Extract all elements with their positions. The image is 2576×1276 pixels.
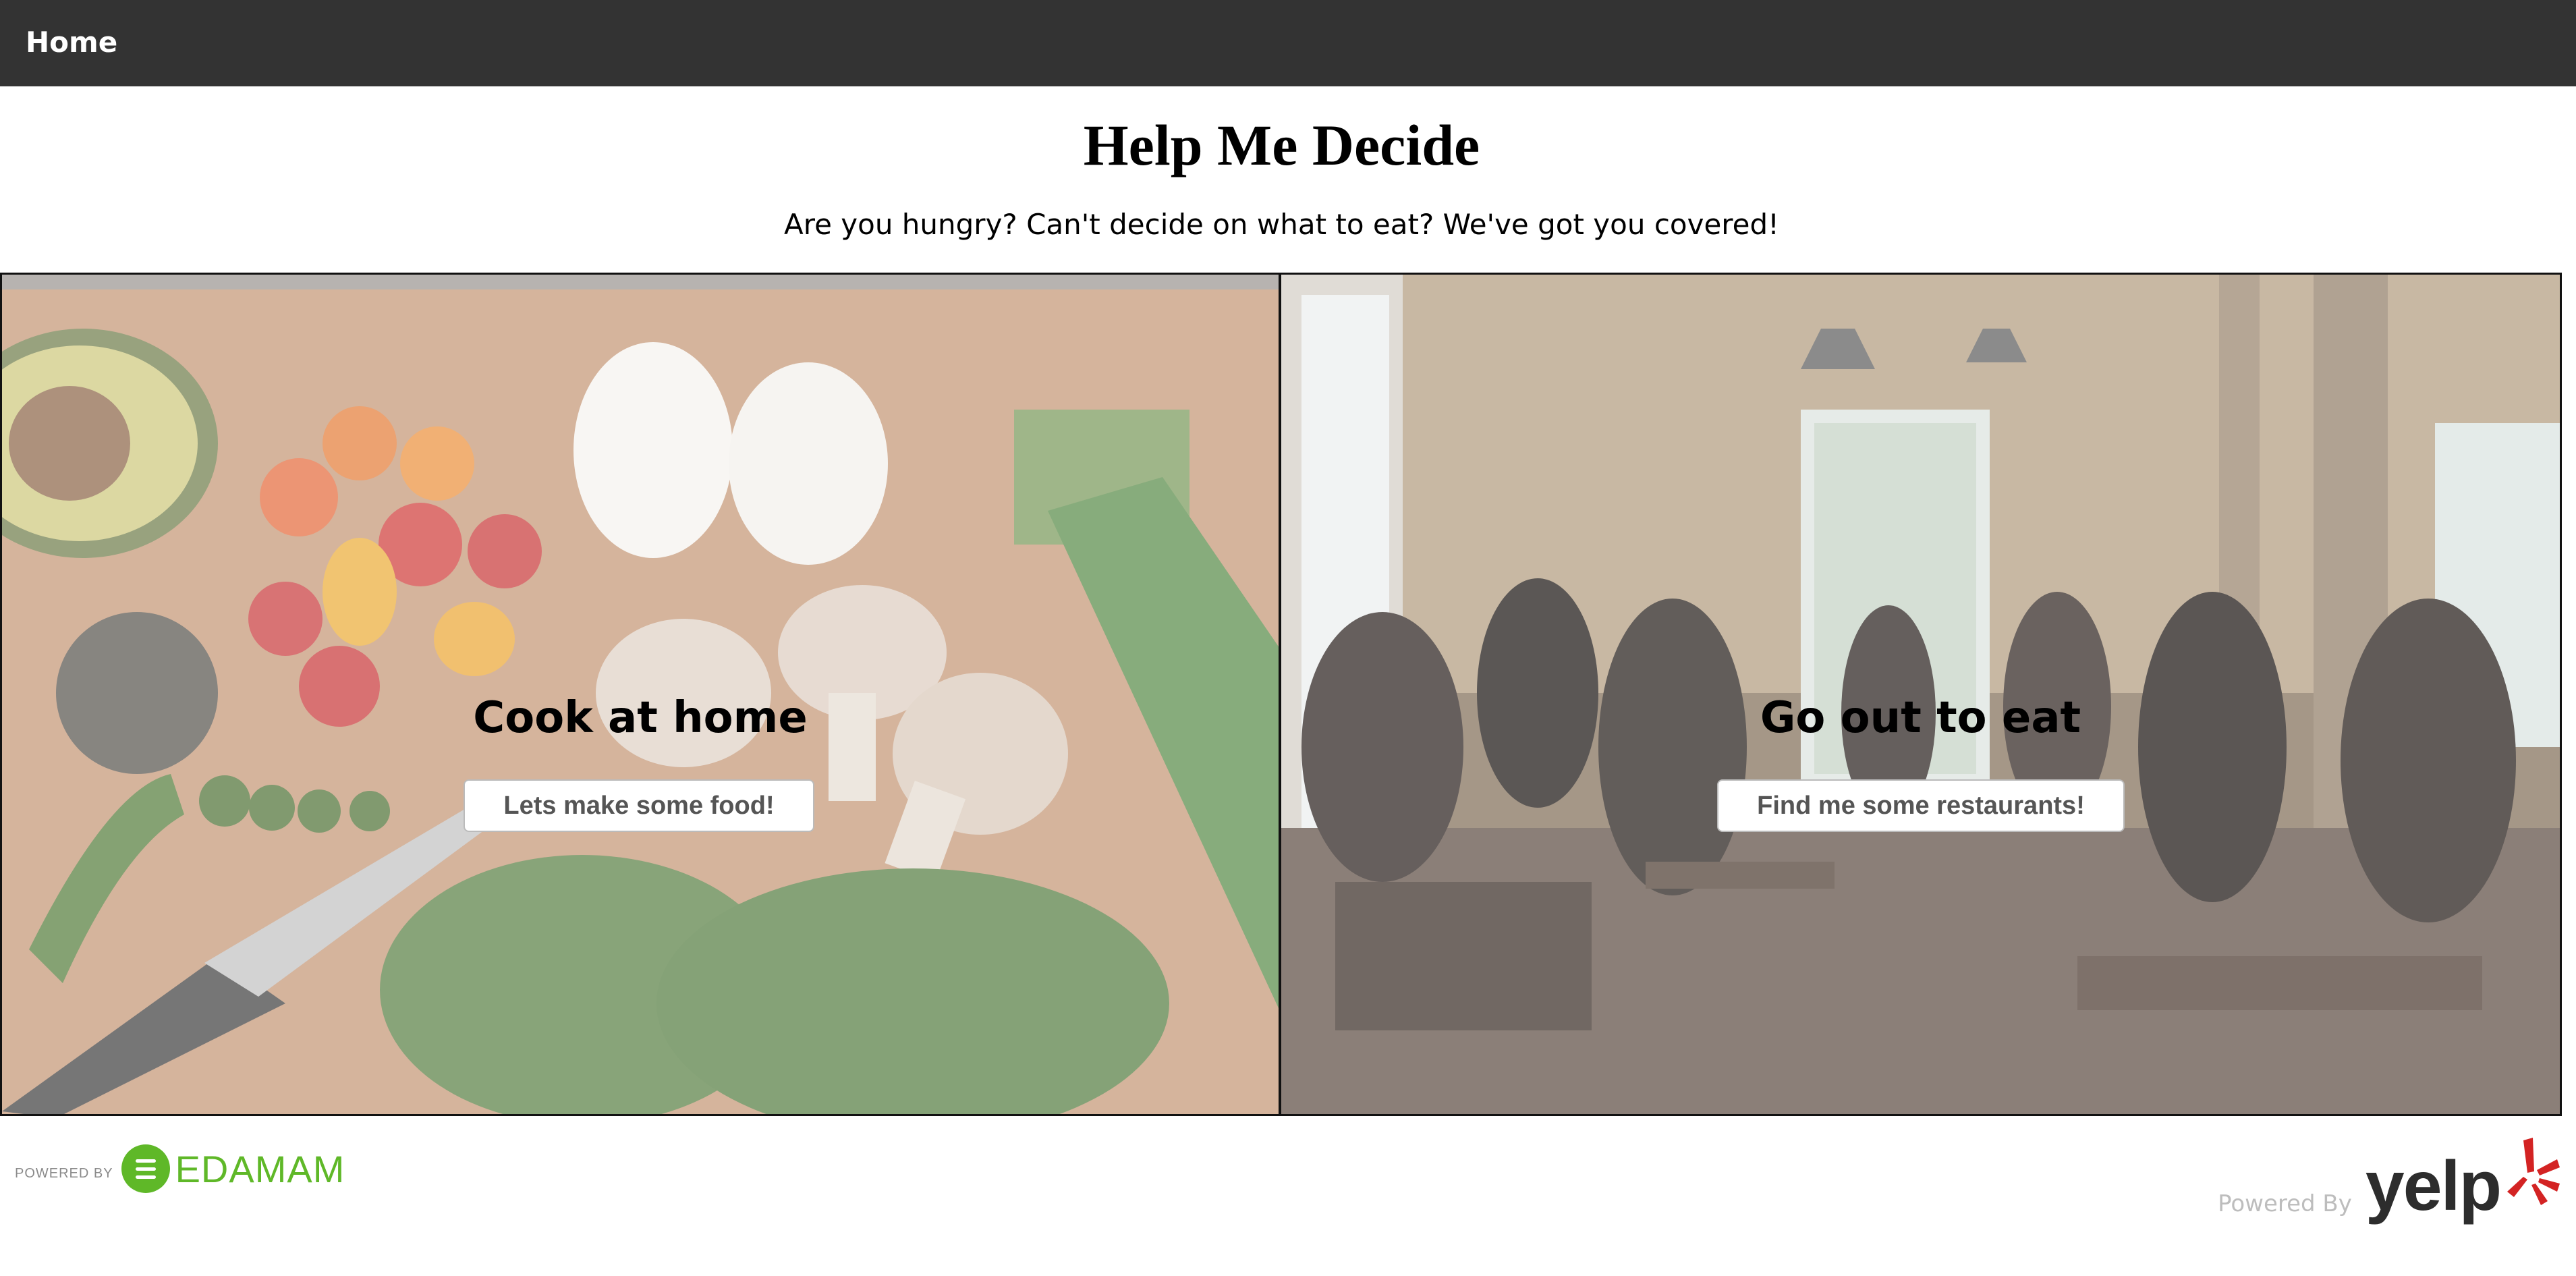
navbar: Home (0, 0, 2576, 86)
cook-at-home-heading: Cook at home (473, 693, 808, 743)
yelp-attribution[interactable]: Powered By yelp (2218, 1134, 2561, 1221)
cook-at-home-panel: Cook at home (0, 273, 1281, 1116)
yelp-powered-by-label: Powered By (2218, 1190, 2352, 1217)
edamam-attribution[interactable]: POWERED BY EDAMAM (15, 1142, 345, 1196)
edamam-powered-by-label: POWERED BY (15, 1165, 113, 1181)
yelp-brand-name: yelp (2365, 1147, 2502, 1225)
lets-make-some-food-button[interactable]: Lets make some food! (464, 779, 814, 832)
yelp-burst-icon (2507, 1138, 2560, 1205)
edamam-brand-name: EDAMAM (175, 1147, 345, 1190)
edamam-logo-icon (121, 1144, 170, 1193)
go-out-to-eat-heading: Go out to eat (1760, 693, 2081, 743)
nav-home-link[interactable]: Home (26, 26, 117, 59)
page-subtitle: Are you hungry? Can't decide on what to … (784, 208, 1779, 241)
page-title: Help Me Decide (1083, 113, 1480, 177)
go-out-to-eat-panel: Go out to eat (1279, 273, 2562, 1116)
find-me-some-restaurants-button[interactable]: Find me some restaurants! (1717, 779, 2125, 832)
